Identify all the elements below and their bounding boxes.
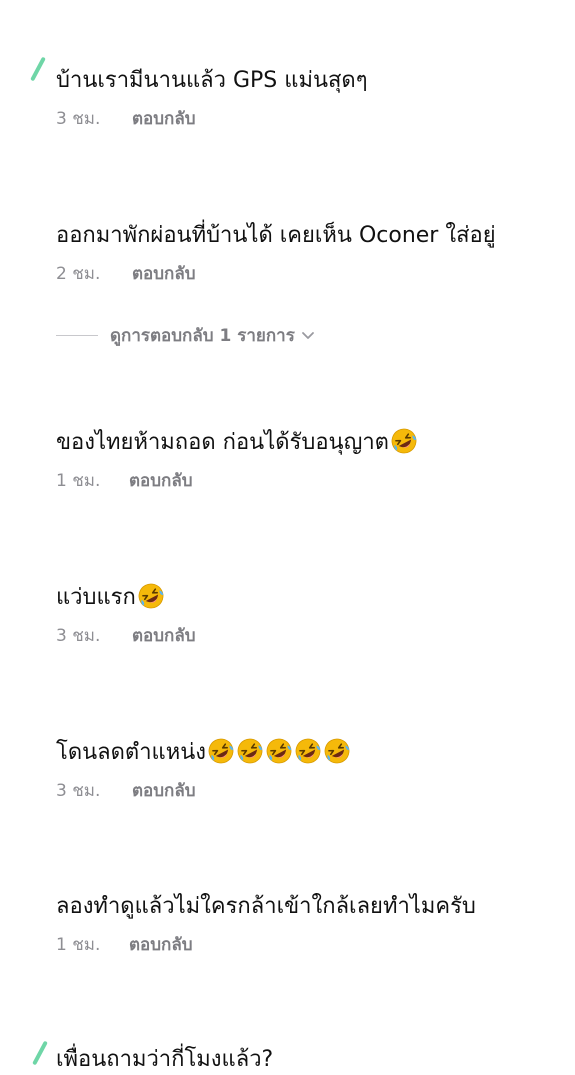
comment-meta: 3 ชม. ตอบกลับ xyxy=(56,623,575,647)
view-replies-line xyxy=(56,335,98,336)
comment-body: โดนลดตำแหน่ง xyxy=(56,740,207,765)
comment-text: บ้านเรามีนานแล้ว GPS แม่นสุดๆ xyxy=(56,66,575,96)
rolling-on-floor-laughing-icon xyxy=(266,738,292,764)
comment-list: บ้านเรามีนานแล้ว GPS แม่นสุดๆ 3 ชม. ตอบก… xyxy=(0,0,575,1072)
rolling-on-floor-laughing-icon xyxy=(138,583,164,609)
emoji-group xyxy=(206,738,351,765)
comment-meta: 1 ชม. ตอบกลับ xyxy=(56,468,575,492)
rolling-on-floor-laughing-icon xyxy=(391,428,417,454)
comment-time: 3 ชม. xyxy=(56,780,101,801)
reply-button[interactable]: ตอบกลับ xyxy=(132,105,196,132)
reply-button[interactable]: ตอบกลับ xyxy=(132,777,196,804)
comment-body: ออกมาพักผ่อนที่บ้านได้ เคยเห็น Oconer ใส… xyxy=(56,223,496,248)
reply-button[interactable]: ตอบกลับ xyxy=(132,260,196,287)
comment-meta: 2 ชม. ตอบกลับ xyxy=(56,261,575,285)
comment-body: บ้านเรามีนานแล้ว GPS แม่นสุดๆ xyxy=(56,68,368,93)
view-replies-label: ดูการตอบกลับ 1 รายการ xyxy=(110,326,295,346)
rolling-on-floor-laughing-icon xyxy=(237,738,263,764)
comment-item: ของไทยห้ามถอด ก่อนได้รับอนุญาต 1 ชม. ตอบ… xyxy=(56,427,575,492)
reply-button[interactable]: ตอบกลับ xyxy=(132,622,196,649)
comment-time: 3 ชม. xyxy=(56,625,101,646)
rolling-on-floor-laughing-icon xyxy=(208,738,234,764)
comment-text: ออกมาพักผ่อนที่บ้านได้ เคยเห็น Oconer ใส… xyxy=(56,221,575,251)
comment-text: โดนลดตำแหน่ง xyxy=(56,737,575,768)
comment-time: 1 ชม. xyxy=(56,934,101,955)
comment-item: ลองทำดูแล้วไม่ใครกล้าเข้าใกล้เลยทำไมครับ… xyxy=(56,892,575,956)
reply-button[interactable]: ตอบกลับ xyxy=(129,931,193,958)
comment-item: บ้านเรามีนานแล้ว GPS แม่นสุดๆ 3 ชม. ตอบก… xyxy=(56,66,575,130)
comment-time: 1 ชม. xyxy=(56,470,101,491)
chevron-down-icon xyxy=(301,331,314,339)
comment-body: ของไทยห้ามถอด ก่อนได้รับอนุญาต xyxy=(56,430,389,455)
comment-text: แว่บแรก xyxy=(56,582,575,613)
view-replies-button[interactable]: ดูการตอบกลับ 1 รายการ xyxy=(56,322,315,349)
decorative-stroke-top xyxy=(30,56,46,82)
emoji-group xyxy=(136,583,165,610)
comment-item: แว่บแรก 3 ชม. ตอบกลับ xyxy=(56,582,575,647)
comment-body: เพื่อนถามว่ากี่โมงแล้ว? xyxy=(56,1047,274,1072)
comment-time: 2 ชม. xyxy=(56,263,101,284)
comment-meta: 3 ชม. ตอบกลับ xyxy=(56,106,575,130)
rolling-on-floor-laughing-icon xyxy=(324,738,350,764)
decorative-stroke-bottom xyxy=(32,1040,48,1066)
comment-body: ลองทำดูแล้วไม่ใครกล้าเข้าใกล้เลยทำไมครับ xyxy=(56,894,476,919)
comment-text: ลองทำดูแล้วไม่ใครกล้าเข้าใกล้เลยทำไมครับ xyxy=(56,892,575,922)
comment-item: ออกมาพักผ่อนที่บ้านได้ เคยเห็น Oconer ใส… xyxy=(56,221,575,285)
comment-item: โดนลดตำแหน่ง 3 ชม. ตอบกลับ xyxy=(56,737,575,802)
reply-button[interactable]: ตอบกลับ xyxy=(129,467,193,494)
comment-body: แว่บแรก xyxy=(56,585,136,610)
comment-meta: 3 ชม. ตอบกลับ xyxy=(56,778,575,802)
emoji-group xyxy=(389,428,418,455)
rolling-on-floor-laughing-icon xyxy=(295,738,321,764)
comment-time: 3 ชม. xyxy=(56,108,101,129)
comment-text: ของไทยห้ามถอด ก่อนได้รับอนุญาต xyxy=(56,427,575,458)
comment-meta: 1 ชม. ตอบกลับ xyxy=(56,932,575,956)
